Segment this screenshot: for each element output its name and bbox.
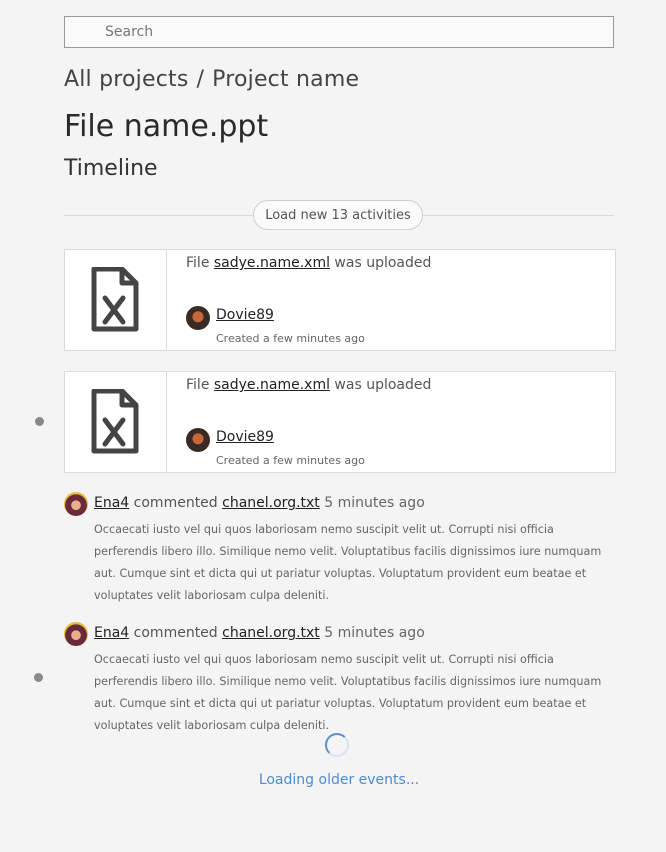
comment-verb: commented	[133, 625, 218, 641]
avatar[interactable]	[186, 428, 210, 452]
comment-header: Ena4 commented chanel.org.txt 5 minutes …	[94, 625, 425, 641]
breadcrumb-project[interactable]: Project name	[212, 67, 359, 92]
file-event-card: File sadye.name.xml was uploaded Dovie89…	[64, 249, 616, 351]
excel-file-icon	[91, 267, 139, 332]
file-link[interactable]: sadye.name.xml	[214, 255, 330, 271]
loading-older-events: Loading older events...	[258, 772, 420, 788]
comment-header: Ena4 commented chanel.org.txt 5 minutes …	[94, 495, 425, 511]
comment-body: Occaecati iusto vel qui quos laboriosam …	[94, 523, 602, 602]
timeline-dot	[35, 417, 44, 426]
file-link[interactable]: chanel.org.txt	[222, 625, 320, 641]
created-timestamp: Created a few minutes ago	[216, 332, 365, 345]
breadcrumb: All projects / Project name	[64, 65, 614, 95]
excel-file-icon	[91, 389, 139, 454]
load-new-row: Load new 13 activities	[64, 200, 614, 230]
author-link[interactable]: Ena4	[94, 495, 129, 511]
file-link[interactable]: sadye.name.xml	[214, 377, 330, 393]
load-new-activities-button[interactable]: Load new 13 activities	[253, 200, 423, 230]
author-link[interactable]: Ena4	[94, 625, 129, 641]
file-event-body: File sadye.name.xml was uploaded Dovie89…	[186, 250, 605, 345]
file-event-description: File sadye.name.xml was uploaded	[186, 375, 605, 395]
page-title: File name.ppt	[64, 109, 269, 144]
comment-event: Ena4 commented chanel.org.txt 5 minutes …	[64, 622, 616, 734]
file-event-suffix: was uploaded	[334, 255, 432, 271]
breadcrumb-all-projects[interactable]: All projects	[64, 67, 189, 92]
comment-body: Occaecati iusto vel qui quos laboriosam …	[94, 653, 602, 732]
file-event-body: File sadye.name.xml was uploaded Dovie89…	[186, 372, 605, 467]
file-event-prefix: File	[186, 377, 210, 393]
comment-time: 5 minutes ago	[324, 495, 425, 511]
search-input[interactable]	[64, 16, 614, 48]
file-event-card: File sadye.name.xml was uploaded Dovie89…	[64, 371, 616, 473]
comment-verb: commented	[133, 495, 218, 511]
section-title: Timeline	[64, 156, 158, 181]
timeline-dot	[34, 673, 43, 682]
page-header: All projects/Project name File name.ppt …	[64, 16, 614, 230]
file-link[interactable]: chanel.org.txt	[222, 495, 320, 511]
comment-time: 5 minutes ago	[324, 625, 425, 641]
avatar[interactable]	[186, 306, 210, 330]
file-event-description: File sadye.name.xml was uploaded	[186, 253, 605, 273]
author-link[interactable]: Dovie89	[216, 429, 274, 445]
created-timestamp: Created a few minutes ago	[216, 454, 365, 467]
avatar[interactable]	[64, 622, 88, 646]
file-thumbnail	[65, 372, 167, 472]
author-link[interactable]: Dovie89	[216, 307, 274, 323]
file-event-suffix: was uploaded	[334, 377, 432, 393]
avatar[interactable]	[64, 492, 88, 516]
file-thumbnail	[65, 250, 167, 350]
file-event-prefix: File	[186, 255, 210, 271]
comment-event: Ena4 commented chanel.org.txt 5 minutes …	[64, 492, 616, 604]
breadcrumb-separator: /	[196, 67, 205, 92]
loading-spinner-icon	[325, 733, 349, 757]
